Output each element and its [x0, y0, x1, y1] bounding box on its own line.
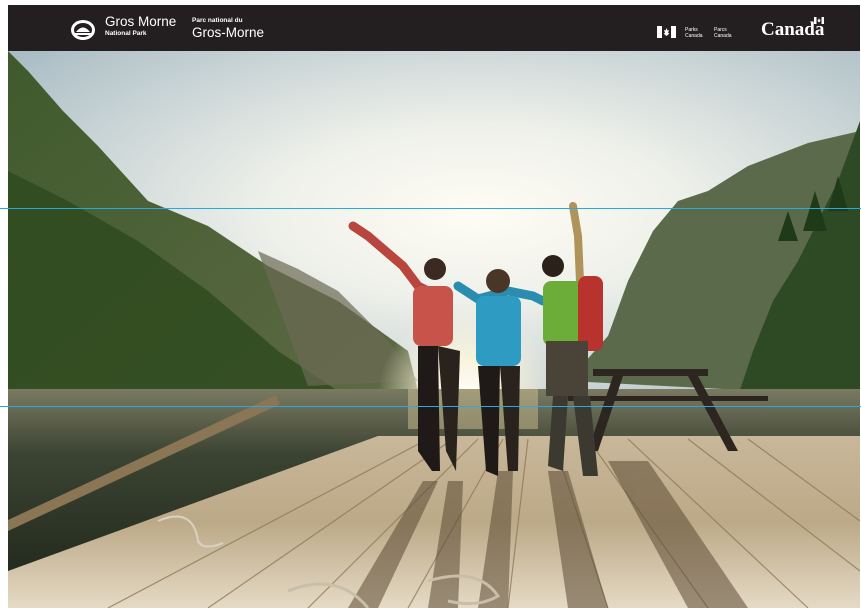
- hikers-on-dock-photo: [8, 51, 860, 608]
- park-type-en: National Park: [105, 29, 147, 37]
- park-type-fr: Parc national du: [192, 17, 243, 24]
- agency-name-en: Parks Canada: [685, 27, 703, 39]
- park-name-french: Parc national du Gros-Morne: [192, 17, 265, 40]
- park-name-english: Gros Morne National Park: [105, 15, 176, 37]
- guide-line-bottom: [0, 406, 861, 407]
- parks-beaver-logo-icon: [71, 20, 95, 40]
- park-name-en: Gros Morne: [105, 14, 177, 29]
- canada-flag-icon: [657, 26, 676, 38]
- parks-canada-banner: Gros Morne National Park Parc national d…: [8, 5, 860, 51]
- wordmark-flag-icon: [814, 17, 824, 24]
- guide-line-top: [0, 208, 861, 209]
- landscape-scene: [8, 51, 860, 608]
- park-name-fr: Gros-Morne: [192, 24, 265, 40]
- agency-name-fr: Parcs Canada: [714, 27, 732, 39]
